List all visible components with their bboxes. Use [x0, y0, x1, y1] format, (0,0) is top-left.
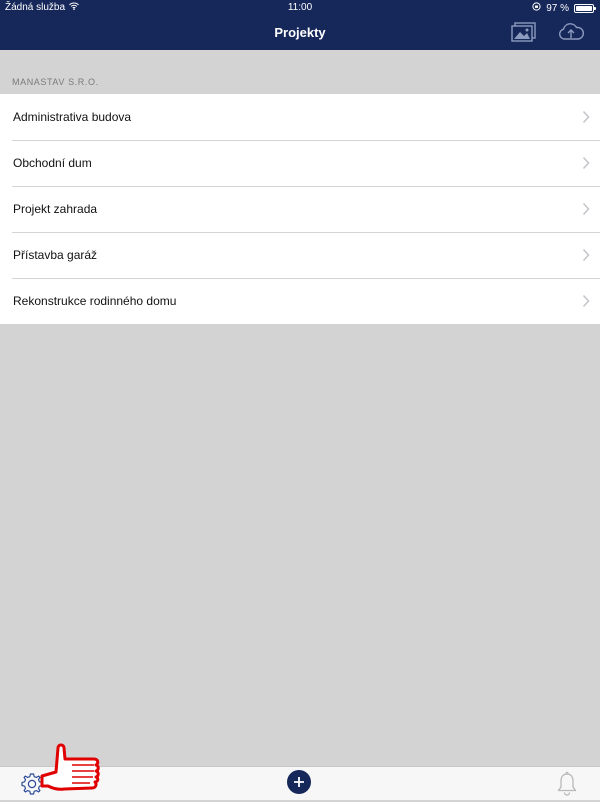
- list-item[interactable]: Přístavba garáž: [0, 232, 600, 278]
- gallery-icon[interactable]: [510, 20, 538, 44]
- status-time: 11:00: [287, 2, 313, 13]
- section-header: MANASTAV S.R.O.: [12, 77, 99, 87]
- orientation-lock-icon: [532, 2, 541, 14]
- status-bar: Žádná služba 11:00 97 %: [0, 0, 600, 16]
- battery-icon: [574, 3, 596, 13]
- list-item[interactable]: Rekonstrukce rodinného domu: [0, 278, 600, 324]
- list-item[interactable]: Projekt zahrada: [0, 186, 600, 232]
- add-button[interactable]: [287, 770, 311, 794]
- list-item[interactable]: Administrativa budova: [0, 94, 600, 140]
- chevron-right-icon: [582, 202, 590, 216]
- battery-fill: [576, 5, 592, 11]
- pointing-hand-icon: [40, 743, 100, 791]
- chevron-right-icon: [582, 294, 590, 308]
- list-item-label: Rekonstrukce rodinného domu: [13, 294, 177, 308]
- cloud-upload-icon[interactable]: [557, 20, 585, 44]
- bell-icon[interactable]: [555, 771, 579, 797]
- list-item-label: Obchodní dum: [13, 156, 92, 170]
- list-item-label: Administrativa budova: [13, 110, 132, 124]
- project-list: Administrativa budova Obchodní dum Proje…: [0, 94, 600, 324]
- chevron-right-icon: [582, 110, 590, 124]
- status-right: 97 %: [532, 2, 596, 14]
- chevron-right-icon: [582, 248, 590, 262]
- list-item-label: Přístavba garáž: [13, 248, 98, 262]
- list-item[interactable]: Obchodní dum: [0, 140, 600, 186]
- chevron-right-icon: [582, 156, 590, 170]
- battery-percent: 97 %: [546, 2, 569, 14]
- add-icon: [294, 777, 304, 787]
- nav-bar: Projekty: [0, 16, 600, 50]
- list-item-label: Projekt zahrada: [13, 202, 98, 216]
